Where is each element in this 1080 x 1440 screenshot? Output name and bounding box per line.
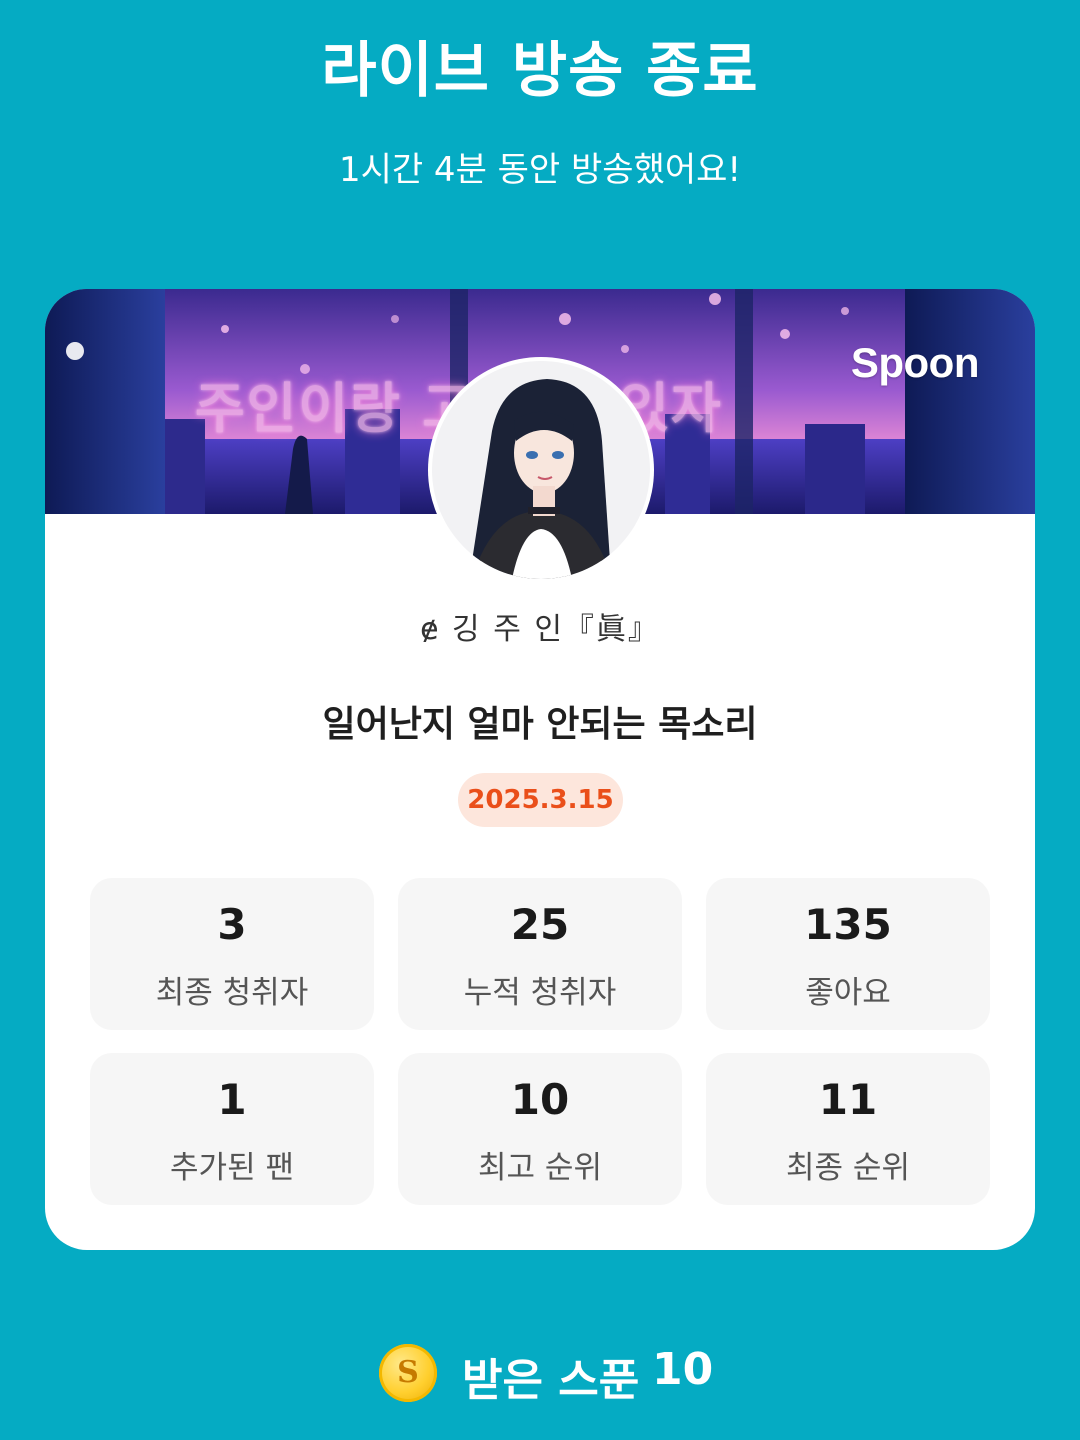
live-summary-card: 주인이랑 고 같이 있자 Spoon ɇ 깅 주 인『眞』 일어난지 얼마 안되… (45, 289, 1035, 1250)
stat-value: 25 (510, 900, 570, 949)
stat-label: 최고 순위 (478, 1150, 602, 1186)
stat-value: 135 (804, 900, 892, 949)
broadcast-date-badge: 2025.3.15 (458, 773, 623, 827)
live-ended-screen: 라이브 방송 종료 1시간 4분 동안 방송했어요! 주인이랑 있자 Spoon… (0, 0, 1080, 1440)
stat-label: 최종 순위 (786, 1150, 910, 1186)
stat-value: 3 (217, 900, 247, 949)
received-spoons-count: 10 (652, 1344, 714, 1395)
stat-final-listeners: 3 최종 청취자 (90, 878, 374, 1030)
avatar[interactable] (428, 357, 654, 583)
stat-value: 1 (217, 1075, 247, 1124)
stat-new-fans: 1 추가된 팬 (90, 1053, 374, 1205)
stat-label: 최종 청취자 (155, 975, 309, 1011)
received-spoons-label: 받은 스푼 (462, 1355, 640, 1406)
avatar-image (432, 361, 650, 579)
dj-nickname[interactable]: ɇ 깅 주 인『眞』 (45, 604, 1035, 648)
page-title: 라이브 방송 종료 (321, 36, 759, 106)
stat-value: 10 (510, 1075, 570, 1124)
stat-likes: 135 좋아요 (706, 878, 990, 1030)
stat-total-listeners: 25 누적 청취자 (398, 878, 682, 1030)
received-spoons: S 받은 스푼 10 (0, 1340, 1080, 1410)
spoon-logo: Spoon (850, 339, 980, 386)
spoon-coin-icon: S (379, 1344, 437, 1402)
stat-value: 11 (818, 1075, 878, 1124)
stat-label: 좋아요 (805, 975, 891, 1011)
stat-label: 추가된 팬 (170, 1150, 294, 1186)
live-title: 일어난지 얼마 안되는 목소리 (322, 704, 758, 745)
broadcast-duration: 1시간 4분 동안 방송했어요! (338, 150, 742, 190)
stat-final-rank: 11 최종 순위 (706, 1053, 990, 1205)
stat-best-rank: 10 최고 순위 (398, 1053, 682, 1205)
stat-label: 누적 청취자 (463, 975, 617, 1011)
